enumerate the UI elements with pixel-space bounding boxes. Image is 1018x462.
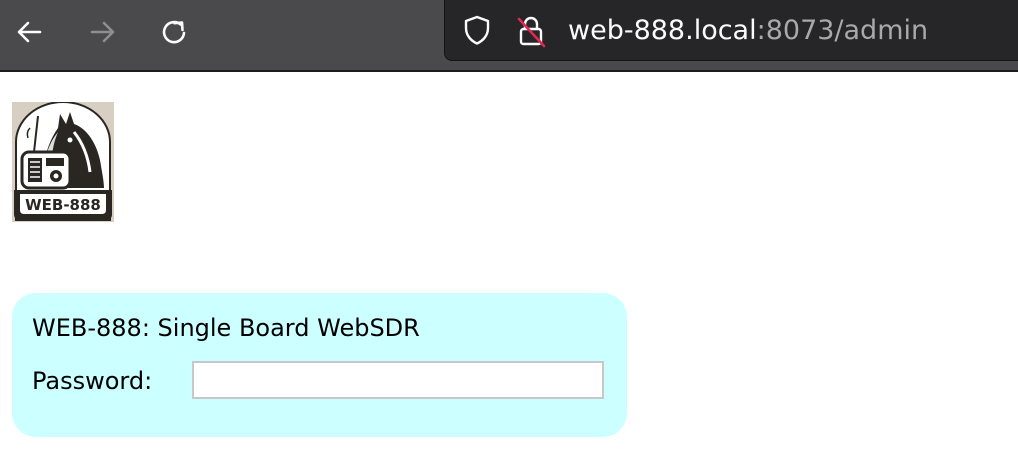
back-button[interactable] <box>10 12 50 52</box>
password-input[interactable] <box>192 361 604 399</box>
arrow-right-icon <box>90 21 115 43</box>
login-panel: WEB-888: Single Board WebSDR Password: <box>12 293 627 437</box>
password-label: Password: <box>32 367 153 395</box>
url-text[interactable]: web-888.local:8073/admin <box>568 13 928 49</box>
url-path: :8073/admin <box>756 15 929 46</box>
url-bar[interactable]: web-888.local:8073/admin <box>444 0 1018 61</box>
logo-text: WEB-888 <box>25 196 101 214</box>
reload-button[interactable] <box>155 12 195 52</box>
reload-icon <box>162 20 186 44</box>
arrow-left-icon <box>17 21 42 43</box>
shield-icon[interactable] <box>461 14 493 46</box>
web-888-logo: WEB-888 <box>12 101 114 222</box>
horse-radio-logo-icon: WEB-888 <box>12 101 114 222</box>
browser-toolbar: web-888.local:8073/admin <box>0 0 1018 72</box>
forward-button[interactable] <box>82 12 122 52</box>
url-host: web-888.local <box>568 15 757 46</box>
insecure-lock-icon[interactable] <box>515 14 547 48</box>
login-title: WEB-888: Single Board WebSDR <box>32 314 420 342</box>
